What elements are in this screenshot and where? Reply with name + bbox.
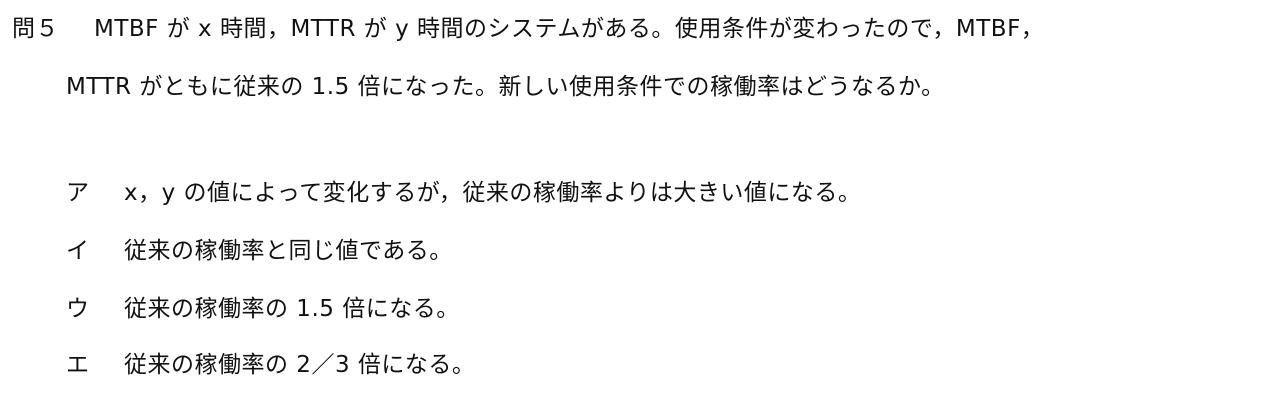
question-text-line-2: MTTR がともに従来の 1.5 倍になった。新しい使用条件での稼働率はどうなる… (66, 74, 945, 100)
question-line-1: 問５ MTBF が x 時間，MTTR が y 時間のシステムがある。使用条件が変… (12, 14, 1044, 44)
answer-choice-u: ウ 従来の稼働率の 1.5 倍になる。 (66, 294, 460, 324)
answer-choice-a-label: ア (66, 180, 90, 206)
answer-choice-e-label: エ (66, 352, 90, 378)
answer-choice-e: エ 従来の稼働率の 2／3 倍になる。 (66, 350, 475, 380)
answer-choice-i-label: イ (66, 238, 90, 264)
exam-question-page: 問５ MTBF が x 時間，MTTR が y 時間のシステムがある。使用条件が変… (0, 0, 1284, 416)
answer-choice-i: イ 従来の稼働率と同じ値である。 (66, 236, 453, 266)
answer-choice-e-text: 従来の稼働率の 2／3 倍になる。 (124, 352, 476, 378)
answer-choice-a-text: x，y の値によって変化するが，従来の稼働率よりは大きい値になる。 (124, 180, 862, 206)
answer-choice-u-text: 従来の稼働率の 1.5 倍になる。 (124, 296, 460, 322)
question-text-line-1: MTBF が x 時間，MTTR が y 時間のシステムがある。使用条件が変わっ… (94, 16, 1045, 42)
question-number: 問５ (12, 16, 59, 42)
answer-choice-i-text: 従来の稼働率と同じ値である。 (124, 238, 453, 264)
answer-choice-u-label: ウ (66, 296, 90, 322)
answer-choice-a: ア x，y の値によって変化するが，従来の稼働率よりは大きい値になる。 (66, 178, 861, 208)
